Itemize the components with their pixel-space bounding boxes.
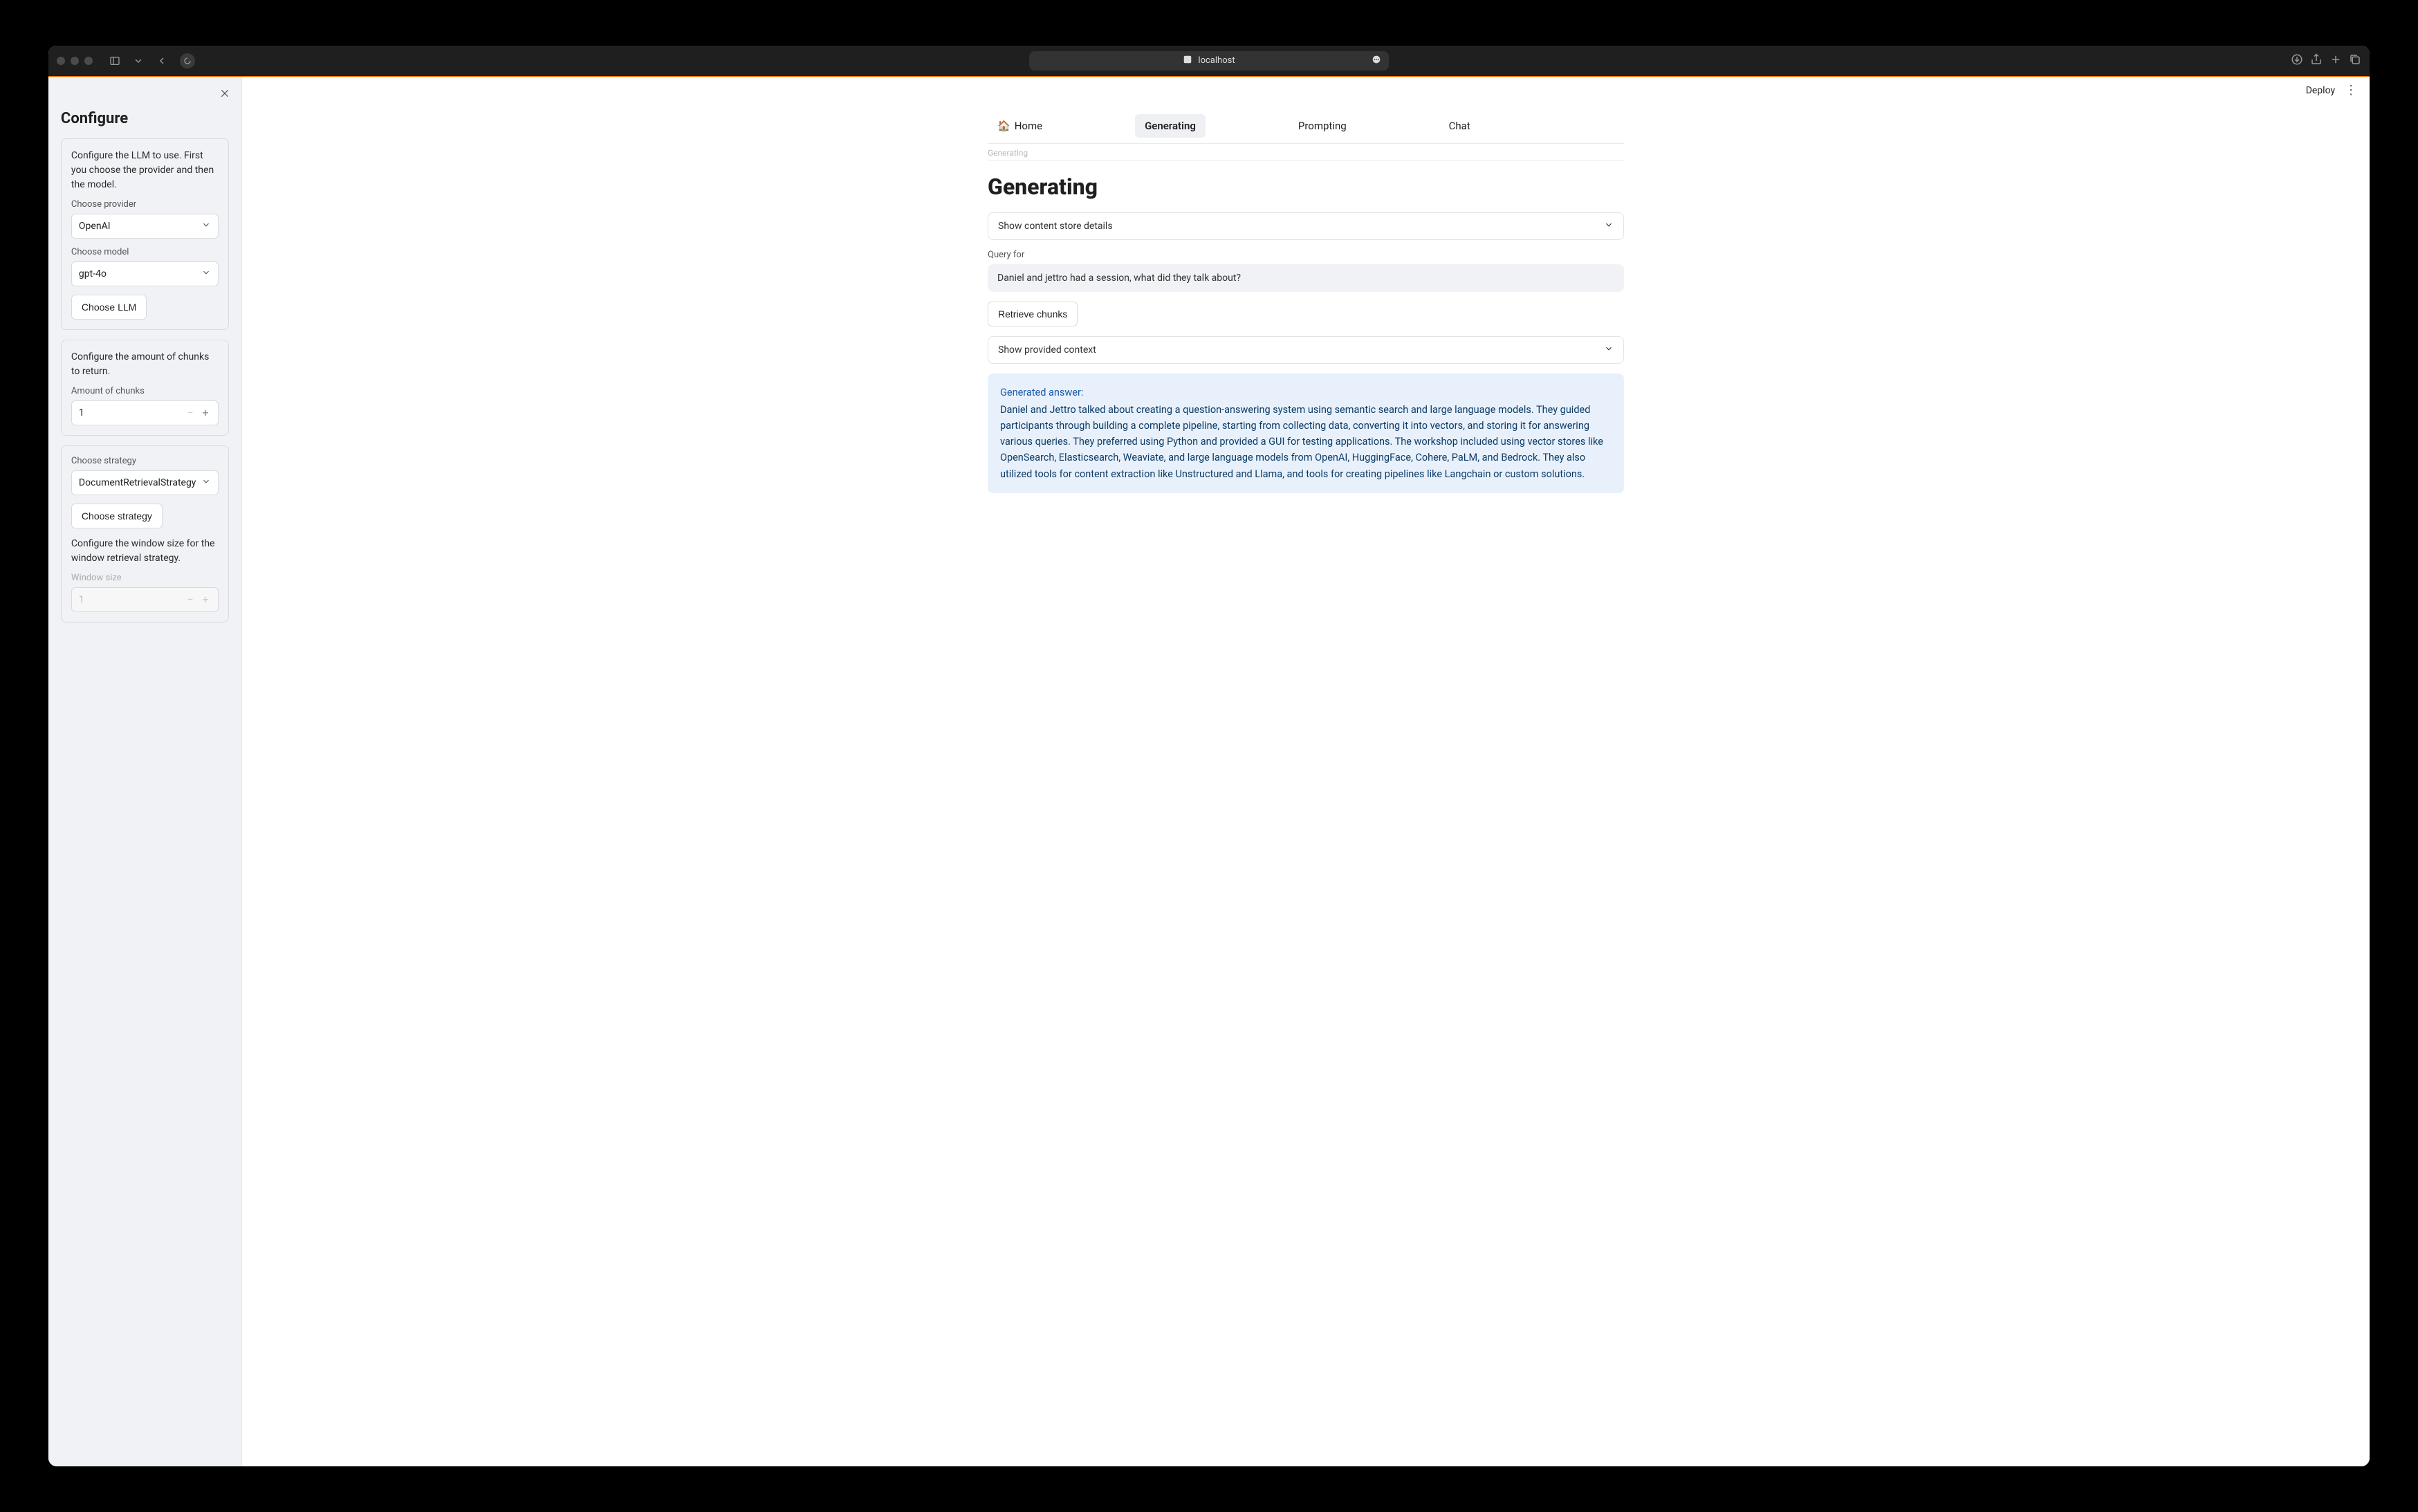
maximize-window-dot[interactable] (84, 57, 93, 65)
query-value: Daniel and jettro had a session, what di… (997, 273, 1241, 284)
page-title: Generating (988, 174, 1624, 200)
site-icon (1183, 55, 1192, 67)
plus-icon[interactable] (2329, 53, 2342, 68)
window-value: 1 (79, 594, 84, 605)
sidebar-toggle-icon[interactable] (105, 51, 124, 71)
window-desc: Configure the window size for the window… (71, 537, 219, 566)
back-icon[interactable] (152, 51, 172, 71)
window-stepper: 1 − + (71, 587, 219, 612)
strategy-value: DocumentRetrievalStrategy (79, 477, 196, 488)
tab-chat-label: Chat (1449, 120, 1470, 132)
more-icon[interactable] (1371, 54, 1382, 68)
chevron-down-icon (201, 477, 211, 489)
minimize-window-dot[interactable] (71, 57, 79, 65)
expander-label: Show provided context (998, 344, 1096, 356)
grammarly-icon[interactable] (180, 53, 195, 68)
choose-strategy-button[interactable]: Choose strategy (71, 504, 163, 528)
amount-stepper[interactable]: 1 − + (71, 400, 219, 425)
amount-value: 1 (79, 407, 84, 418)
plus-icon: + (197, 593, 214, 606)
query-label: Query for (988, 250, 1624, 260)
close-window-dot[interactable] (57, 57, 65, 65)
expander-label: Show content store details (998, 221, 1113, 232)
share-icon[interactable] (2310, 53, 2323, 68)
chunks-config-card: Configure the amount of chunks to return… (61, 340, 229, 436)
tab-prompting[interactable]: Prompting (1289, 114, 1356, 138)
divider (988, 160, 1624, 161)
tabs: 🏠 Home Generating Prompting Chat (988, 109, 1624, 144)
amount-label: Amount of chunks (71, 386, 219, 396)
tab-home[interactable]: 🏠 Home (988, 114, 1052, 138)
house-icon: 🏠 (997, 120, 1010, 132)
model-label: Choose model (71, 247, 219, 257)
chevron-down-icon (201, 220, 211, 232)
minus-icon: − (182, 593, 199, 606)
strategy-select[interactable]: DocumentRetrievalStrategy (71, 470, 219, 495)
window-label: Window size (71, 573, 219, 583)
close-sidebar-icon[interactable] (219, 88, 230, 102)
minus-icon[interactable]: − (182, 406, 199, 419)
kebab-menu-icon[interactable]: ⋮ (2345, 84, 2357, 97)
plus-icon[interactable]: + (197, 406, 214, 419)
browser-chrome: localhost (48, 46, 2370, 76)
tabs-icon[interactable] (2349, 53, 2361, 68)
chunks-desc: Configure the amount of chunks to return… (71, 350, 219, 379)
llm-config-card: Configure the LLM to use. First you choo… (61, 138, 229, 330)
traffic-lights (57, 57, 93, 65)
model-value: gpt-4o (79, 268, 107, 279)
tab-prompting-label: Prompting (1298, 120, 1347, 132)
sidebar: Configure Configure the LLM to use. Firs… (48, 77, 242, 1467)
address-bar[interactable]: localhost (1029, 51, 1389, 71)
app-topbar: Deploy ⋮ (242, 77, 2370, 104)
answer-header: Generated answer: (1000, 385, 1612, 400)
strategy-config-card: Choose strategy DocumentRetrievalStrateg… (61, 445, 229, 623)
address-bar-url: localhost (1198, 55, 1235, 66)
provider-label: Choose provider (71, 199, 219, 210)
tab-home-label: Home (1015, 120, 1042, 132)
model-select[interactable]: gpt-4o (71, 261, 219, 286)
strategy-label: Choose strategy (71, 456, 219, 466)
subtab-label: Generating (988, 148, 1624, 160)
chevron-down-icon (1604, 344, 1614, 356)
tab-generating-label: Generating (1145, 120, 1196, 132)
generated-answer-box: Generated answer: Daniel and Jettro talk… (988, 374, 1624, 493)
sidebar-title: Configure (61, 110, 229, 127)
expander-content-store[interactable]: Show content store details (988, 212, 1624, 240)
chevron-down-icon[interactable] (133, 51, 144, 71)
answer-body: Daniel and Jettro talked about creating … (1000, 402, 1612, 482)
tab-chat[interactable]: Chat (1439, 114, 1480, 138)
expander-provided-context[interactable]: Show provided context (988, 336, 1624, 364)
chevron-down-icon (201, 268, 211, 280)
query-input[interactable]: Daniel and jettro had a session, what di… (988, 264, 1624, 292)
provider-select[interactable]: OpenAI (71, 214, 219, 239)
choose-llm-button[interactable]: Choose LLM (71, 295, 147, 320)
deploy-button[interactable]: Deploy (2306, 85, 2335, 96)
browser-window: localhost (48, 46, 2370, 1467)
llm-desc: Configure the LLM to use. First you choo… (71, 149, 219, 192)
provider-value: OpenAI (79, 221, 111, 232)
tab-generating[interactable]: Generating (1135, 114, 1206, 138)
retrieve-chunks-button[interactable]: Retrieve chunks (988, 302, 1078, 326)
download-icon[interactable] (2291, 53, 2303, 68)
chevron-down-icon (1604, 220, 1614, 232)
main-panel: Deploy ⋮ 🏠 Home Generating Prompting (242, 77, 2370, 1467)
